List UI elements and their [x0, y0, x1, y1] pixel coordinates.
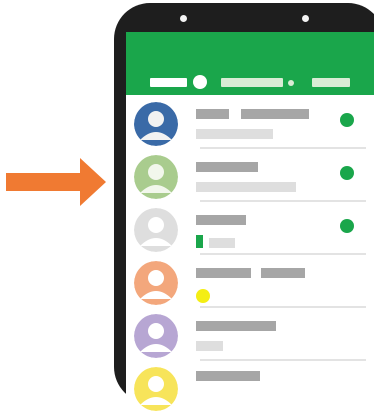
user-avatar-icon — [134, 367, 178, 411]
tab-camera[interactable] — [150, 78, 187, 87]
online-status-icon — [340, 113, 354, 127]
camera-dot — [180, 15, 187, 22]
divider — [200, 359, 366, 361]
user-avatar-icon — [134, 155, 178, 199]
message-preview-bar — [196, 182, 296, 192]
user-avatar-icon — [134, 208, 178, 252]
online-status-icon — [340, 219, 354, 233]
divider — [200, 200, 366, 202]
contact-name-bar — [196, 268, 251, 278]
user-avatar-icon — [134, 102, 178, 146]
message-preview-bar — [196, 341, 223, 351]
sensor-dot — [302, 15, 309, 22]
contact-name-bar — [196, 109, 229, 119]
divider — [200, 147, 366, 149]
divider — [200, 306, 366, 308]
chat-list-item[interactable] — [126, 203, 374, 255]
contact-name-bar — [196, 321, 276, 331]
chat-list-item[interactable] — [126, 362, 374, 412]
chat-list-item[interactable] — [126, 309, 374, 361]
unread-dot-icon — [196, 289, 210, 303]
phone-screen — [126, 32, 374, 412]
chat-list-item[interactable] — [126, 97, 374, 149]
tab-status[interactable] — [312, 78, 350, 87]
unread-indicator-icon — [288, 80, 294, 86]
phone-frame — [114, 3, 374, 412]
user-avatar-icon — [134, 314, 178, 358]
contact-name-bar — [196, 162, 258, 172]
pointer-arrow-icon — [6, 158, 106, 206]
contact-name-bar — [241, 109, 309, 119]
chat-list-item[interactable] — [126, 150, 374, 202]
user-avatar-icon — [134, 261, 178, 305]
app-header — [126, 32, 374, 95]
voice-note-icon — [196, 235, 203, 248]
contact-name-bar — [196, 215, 246, 225]
message-preview-bar — [209, 238, 235, 248]
online-status-icon — [340, 166, 354, 180]
tab-chats[interactable] — [221, 78, 283, 87]
chat-list-item[interactable] — [126, 256, 374, 308]
divider — [200, 253, 366, 255]
camera-icon[interactable] — [193, 75, 207, 89]
contact-name-bar — [261, 268, 305, 278]
message-preview-bar — [196, 129, 273, 139]
